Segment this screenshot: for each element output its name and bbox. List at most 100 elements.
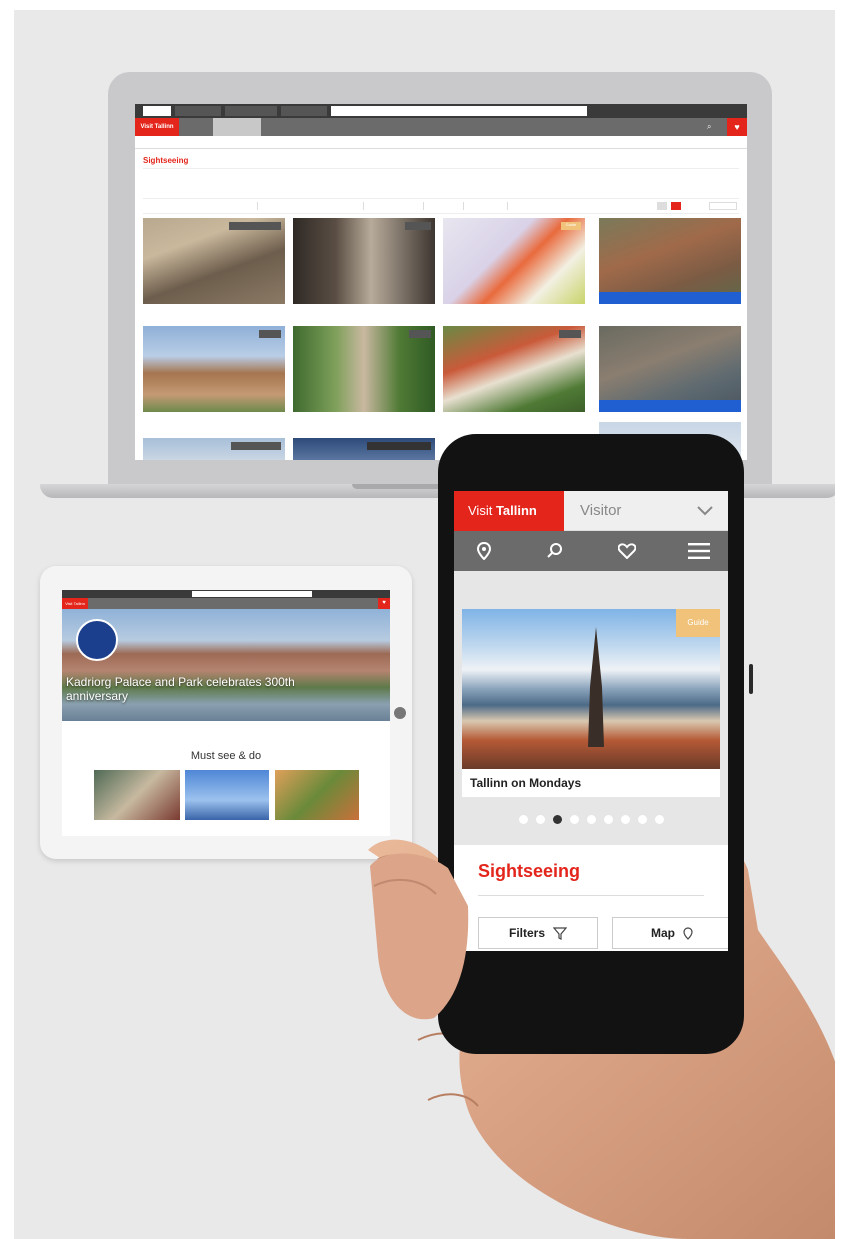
map-button[interactable]: Map <box>612 917 728 949</box>
guide-tag: Guide <box>676 609 720 637</box>
page-title: Sightseeing <box>143 156 189 165</box>
search-icon[interactable]: ⌕ <box>707 122 717 132</box>
hero-image[interactable]: Guide <box>462 609 720 769</box>
list-view-icon[interactable] <box>671 202 681 210</box>
hero-caption: Tallinn on Mondays <box>470 776 582 790</box>
heart-icon[interactable]: ♥ <box>378 598 390 609</box>
top-tab[interactable] <box>143 106 171 116</box>
card-tag <box>405 222 431 230</box>
menu-icon[interactable] <box>688 543 710 559</box>
church-spire-illustration <box>588 627 604 747</box>
guide-tag: Guide <box>561 222 581 230</box>
sort-dropdown[interactable] <box>709 202 737 210</box>
filters-button[interactable]: Filters <box>478 917 598 949</box>
phone-toolbar <box>454 531 728 571</box>
logo-prefix: Visit <box>468 503 493 518</box>
thumb-illustration <box>370 853 469 1020</box>
chevron-down-icon <box>697 506 713 516</box>
carousel-dot-active[interactable] <box>552 815 562 824</box>
card-tag <box>229 222 281 230</box>
laptop-top-bar <box>135 104 747 118</box>
search-input[interactable] <box>331 106 587 116</box>
carousel-dots <box>454 815 728 827</box>
carousel-dot[interactable] <box>518 815 528 824</box>
card-tag <box>409 330 431 338</box>
filter-dropdown[interactable] <box>263 202 364 210</box>
card-image[interactable] <box>143 438 285 460</box>
laptop-notch <box>352 484 442 489</box>
laptop-nav: Visit Tallinn ⌕ ♥ <box>135 118 747 136</box>
tablet-screen: Visit Tallinn ♥ Kadriorg Palace and Park… <box>62 590 390 836</box>
hero-carousel: Guide Tallinn on Mondays <box>454 571 728 845</box>
card-image[interactable] <box>275 770 359 820</box>
card-tag <box>559 330 581 338</box>
map-pin-icon[interactable] <box>476 542 492 560</box>
phone-side-button <box>749 664 753 694</box>
filters-button-label: Filters <box>508 926 545 940</box>
card-image[interactable] <box>293 218 435 304</box>
tablet-nav: Visit Tallinn ♥ <box>62 598 390 609</box>
audience-select-value: Visitor <box>580 502 622 519</box>
carousel-dot[interactable] <box>603 815 613 824</box>
card-image[interactable]: Guide <box>443 218 585 304</box>
laptop-subnav <box>135 136 747 149</box>
carousel-dot[interactable] <box>569 815 579 824</box>
carousel-dot[interactable] <box>637 815 647 824</box>
lonely-planet-badge-icon <box>76 619 118 661</box>
scene: Visit Tallinn ⌕ ♥ Sightseeing Guide Visi… <box>14 10 835 1239</box>
search-input[interactable] <box>192 591 312 597</box>
card-image[interactable] <box>143 326 285 412</box>
carousel-dot[interactable] <box>620 815 630 824</box>
carousel-dot[interactable] <box>586 815 596 824</box>
top-right-links[interactable] <box>595 107 741 115</box>
tablet-hero-image[interactable]: Kadriorg Palace and Park celebrates 300t… <box>62 609 390 721</box>
map-pin-icon <box>683 926 693 940</box>
filter-dropdown[interactable] <box>369 202 424 210</box>
audience-select[interactable]: Visitor <box>564 491 728 531</box>
card-tag <box>231 442 281 450</box>
laptop-screen: Visit Tallinn ⌕ ♥ Sightseeing Guide <box>135 104 747 460</box>
card-caption-bar <box>599 292 741 304</box>
card-image[interactable] <box>293 438 435 460</box>
card-image[interactable] <box>599 326 741 412</box>
carousel-dot[interactable] <box>654 815 664 824</box>
top-tab[interactable] <box>281 106 327 116</box>
heart-icon[interactable]: ♥ <box>727 118 747 136</box>
card-image[interactable] <box>185 770 269 820</box>
section-title: Sightseeing <box>478 861 581 881</box>
card-tag <box>259 330 281 338</box>
phone-header: Visit Tallinn Visitor <box>454 491 728 531</box>
heart-icon[interactable] <box>618 543 636 559</box>
grid-view-icon[interactable] <box>657 202 667 210</box>
tablet-home-button[interactable] <box>394 707 406 719</box>
nav-item-active[interactable] <box>213 118 261 136</box>
card-image[interactable] <box>293 326 435 412</box>
section-title: Must see & do <box>190 750 262 762</box>
carousel-dot[interactable] <box>535 815 545 824</box>
logo[interactable]: Visit Tallinn <box>62 598 88 609</box>
top-tab[interactable] <box>175 106 221 116</box>
card-image[interactable] <box>599 218 741 304</box>
filter-funnel-icon <box>553 927 567 940</box>
divider <box>143 168 739 169</box>
logo[interactable]: Visit Tallinn <box>454 491 564 531</box>
logo[interactable]: Visit Tallinn <box>135 118 179 136</box>
filter-bar <box>143 198 739 214</box>
card-tag <box>367 442 431 450</box>
filter-label <box>143 202 173 210</box>
logo-brand: Tallinn <box>495 503 537 518</box>
hero-title[interactable]: Kadriorg Palace and Park celebrates 300t… <box>66 675 316 703</box>
card-caption-bar <box>599 400 741 412</box>
search-icon[interactable] <box>546 542 564 560</box>
card-image[interactable] <box>143 218 285 304</box>
filter-dropdown[interactable] <box>467 202 508 210</box>
filter-dropdown[interactable] <box>177 202 258 210</box>
hero-caption-bar[interactable]: Tallinn on Mondays <box>462 769 720 797</box>
phone-screen: Visit Tallinn Visitor Guide Tallinn on M… <box>454 491 728 951</box>
filter-dropdown[interactable] <box>427 202 464 210</box>
card-image[interactable] <box>94 770 180 820</box>
top-tab[interactable] <box>225 106 277 116</box>
map-button-label: Map <box>651 926 675 940</box>
card-image[interactable] <box>443 326 585 412</box>
divider <box>478 895 704 896</box>
